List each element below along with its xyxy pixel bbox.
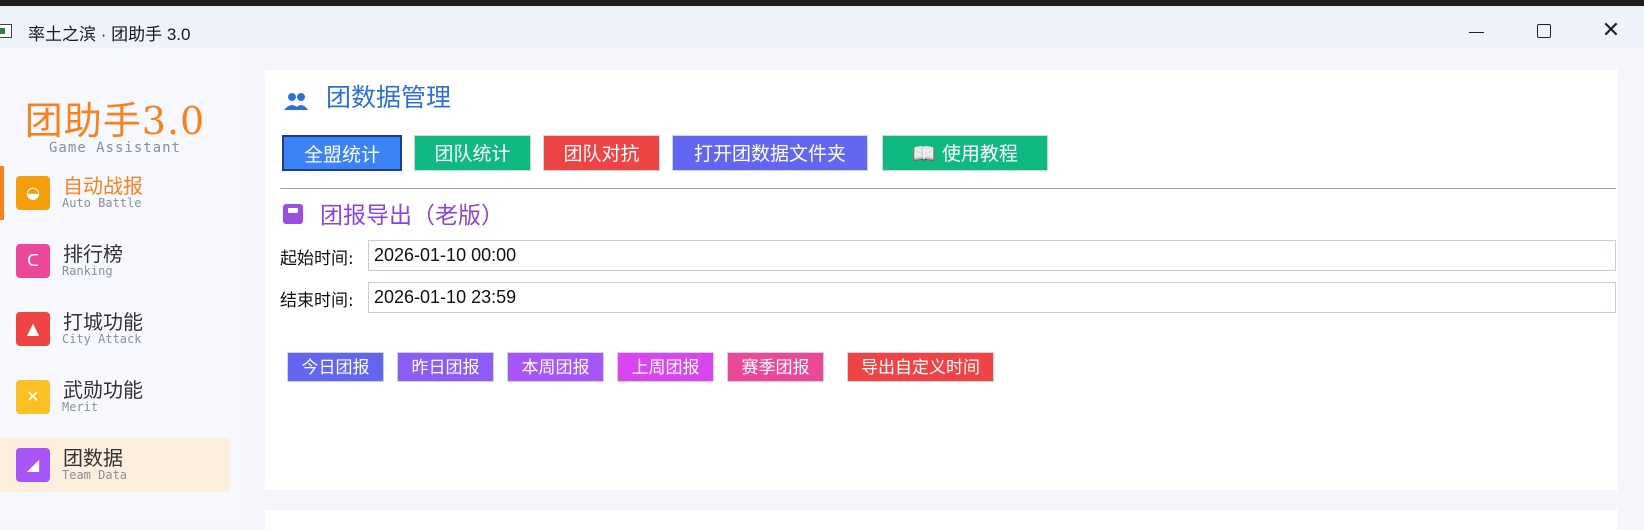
sidebar-item-auto-battle[interactable]: ◒ 自动战报 Auto Battle bbox=[0, 166, 230, 220]
sidebar-item-label: 团数据 bbox=[63, 446, 123, 470]
end-time-input[interactable]: 2026-01-10 23:59 bbox=[368, 282, 1616, 313]
swords-icon: ✕ bbox=[16, 380, 50, 414]
maximize-icon bbox=[1537, 24, 1551, 38]
brand-subtitle: Game Assistant bbox=[48, 140, 181, 156]
sidebar-item-city-attack[interactable]: ▲ 打城功能 City Attack bbox=[0, 302, 230, 356]
page-title: 团数据管理 bbox=[326, 83, 452, 112]
export-custom-time-button[interactable]: 导出自定义时间 bbox=[847, 352, 994, 382]
window-title: 率土之滨 · 团助手 3.0 bbox=[28, 25, 191, 44]
minimize-button[interactable] bbox=[1452, 14, 1502, 48]
sidebar-item-ranking[interactable]: ᑕ 排行榜 Ranking bbox=[0, 234, 230, 288]
users-icon bbox=[284, 93, 308, 110]
sidebar-item-merit[interactable]: ✕ 武勋功能 Merit bbox=[0, 370, 230, 424]
title-bar: 率土之滨 · 团助手 3.0 ✕ bbox=[0, 6, 1644, 48]
sidebar: 团助手3.0 Game Assistant ◒ 自动战报 Auto Battle… bbox=[0, 48, 240, 519]
divider bbox=[280, 188, 1616, 189]
gauge-icon: ◒ bbox=[16, 176, 50, 210]
team-battle-button[interactable]: 团队对抗 bbox=[543, 135, 660, 171]
chart-icon: ◢ bbox=[16, 448, 50, 482]
alliance-stats-button[interactable]: 全盟统计 bbox=[282, 135, 402, 171]
sidebar-item-sublabel: Auto Battle bbox=[62, 196, 142, 210]
sidebar-item-sublabel: City Attack bbox=[62, 332, 142, 346]
sidebar-item-sublabel: Team Data bbox=[62, 468, 128, 482]
export-icon bbox=[283, 204, 303, 224]
trophy-icon: ᑕ bbox=[16, 244, 50, 278]
app-icon bbox=[0, 24, 12, 38]
export-section-title: 团报导出（老版） bbox=[320, 203, 504, 229]
brand-title: 团助手3.0 bbox=[24, 99, 206, 143]
today-report-button[interactable]: 今日团报 bbox=[287, 352, 384, 382]
tutorial-button[interactable]: 📖 使用教程 bbox=[882, 135, 1048, 171]
sidebar-item-label: 自动战报 bbox=[63, 174, 143, 198]
sidebar-item-sublabel: Merit bbox=[62, 400, 99, 414]
open-folder-button[interactable]: 打开团数据文件夹 bbox=[672, 135, 868, 171]
sidebar-item-label: 排行榜 bbox=[63, 242, 123, 266]
sidebar-item-sublabel: Ranking bbox=[62, 264, 113, 278]
main-panel bbox=[265, 70, 1618, 490]
sidebar-item-label: 打城功能 bbox=[63, 310, 143, 334]
start-time-label: 起始时间: bbox=[280, 249, 354, 269]
maximize-button[interactable] bbox=[1519, 14, 1569, 48]
minimize-icon bbox=[1469, 32, 1484, 33]
season-report-button[interactable]: 赛季团报 bbox=[727, 352, 824, 382]
sidebar-item-team-data[interactable]: ◢ 团数据 Team Data bbox=[0, 438, 230, 492]
end-time-label: 结束时间: bbox=[280, 291, 354, 311]
team-stats-button[interactable]: 团队统计 bbox=[414, 135, 531, 171]
start-time-input[interactable]: 2026-01-10 00:00 bbox=[368, 240, 1616, 271]
this-week-report-button[interactable]: 本周团报 bbox=[507, 352, 604, 382]
sidebar-item-label: 武勋功能 bbox=[63, 378, 143, 402]
close-button[interactable]: ✕ bbox=[1586, 14, 1636, 48]
close-icon: ✕ bbox=[1601, 18, 1621, 43]
last-week-report-button[interactable]: 上周团报 bbox=[617, 352, 714, 382]
active-indicator bbox=[0, 166, 4, 220]
lower-panel bbox=[265, 510, 1618, 530]
yesterday-report-button[interactable]: 昨日团报 bbox=[397, 352, 494, 382]
castle-icon: ▲ bbox=[16, 312, 50, 346]
